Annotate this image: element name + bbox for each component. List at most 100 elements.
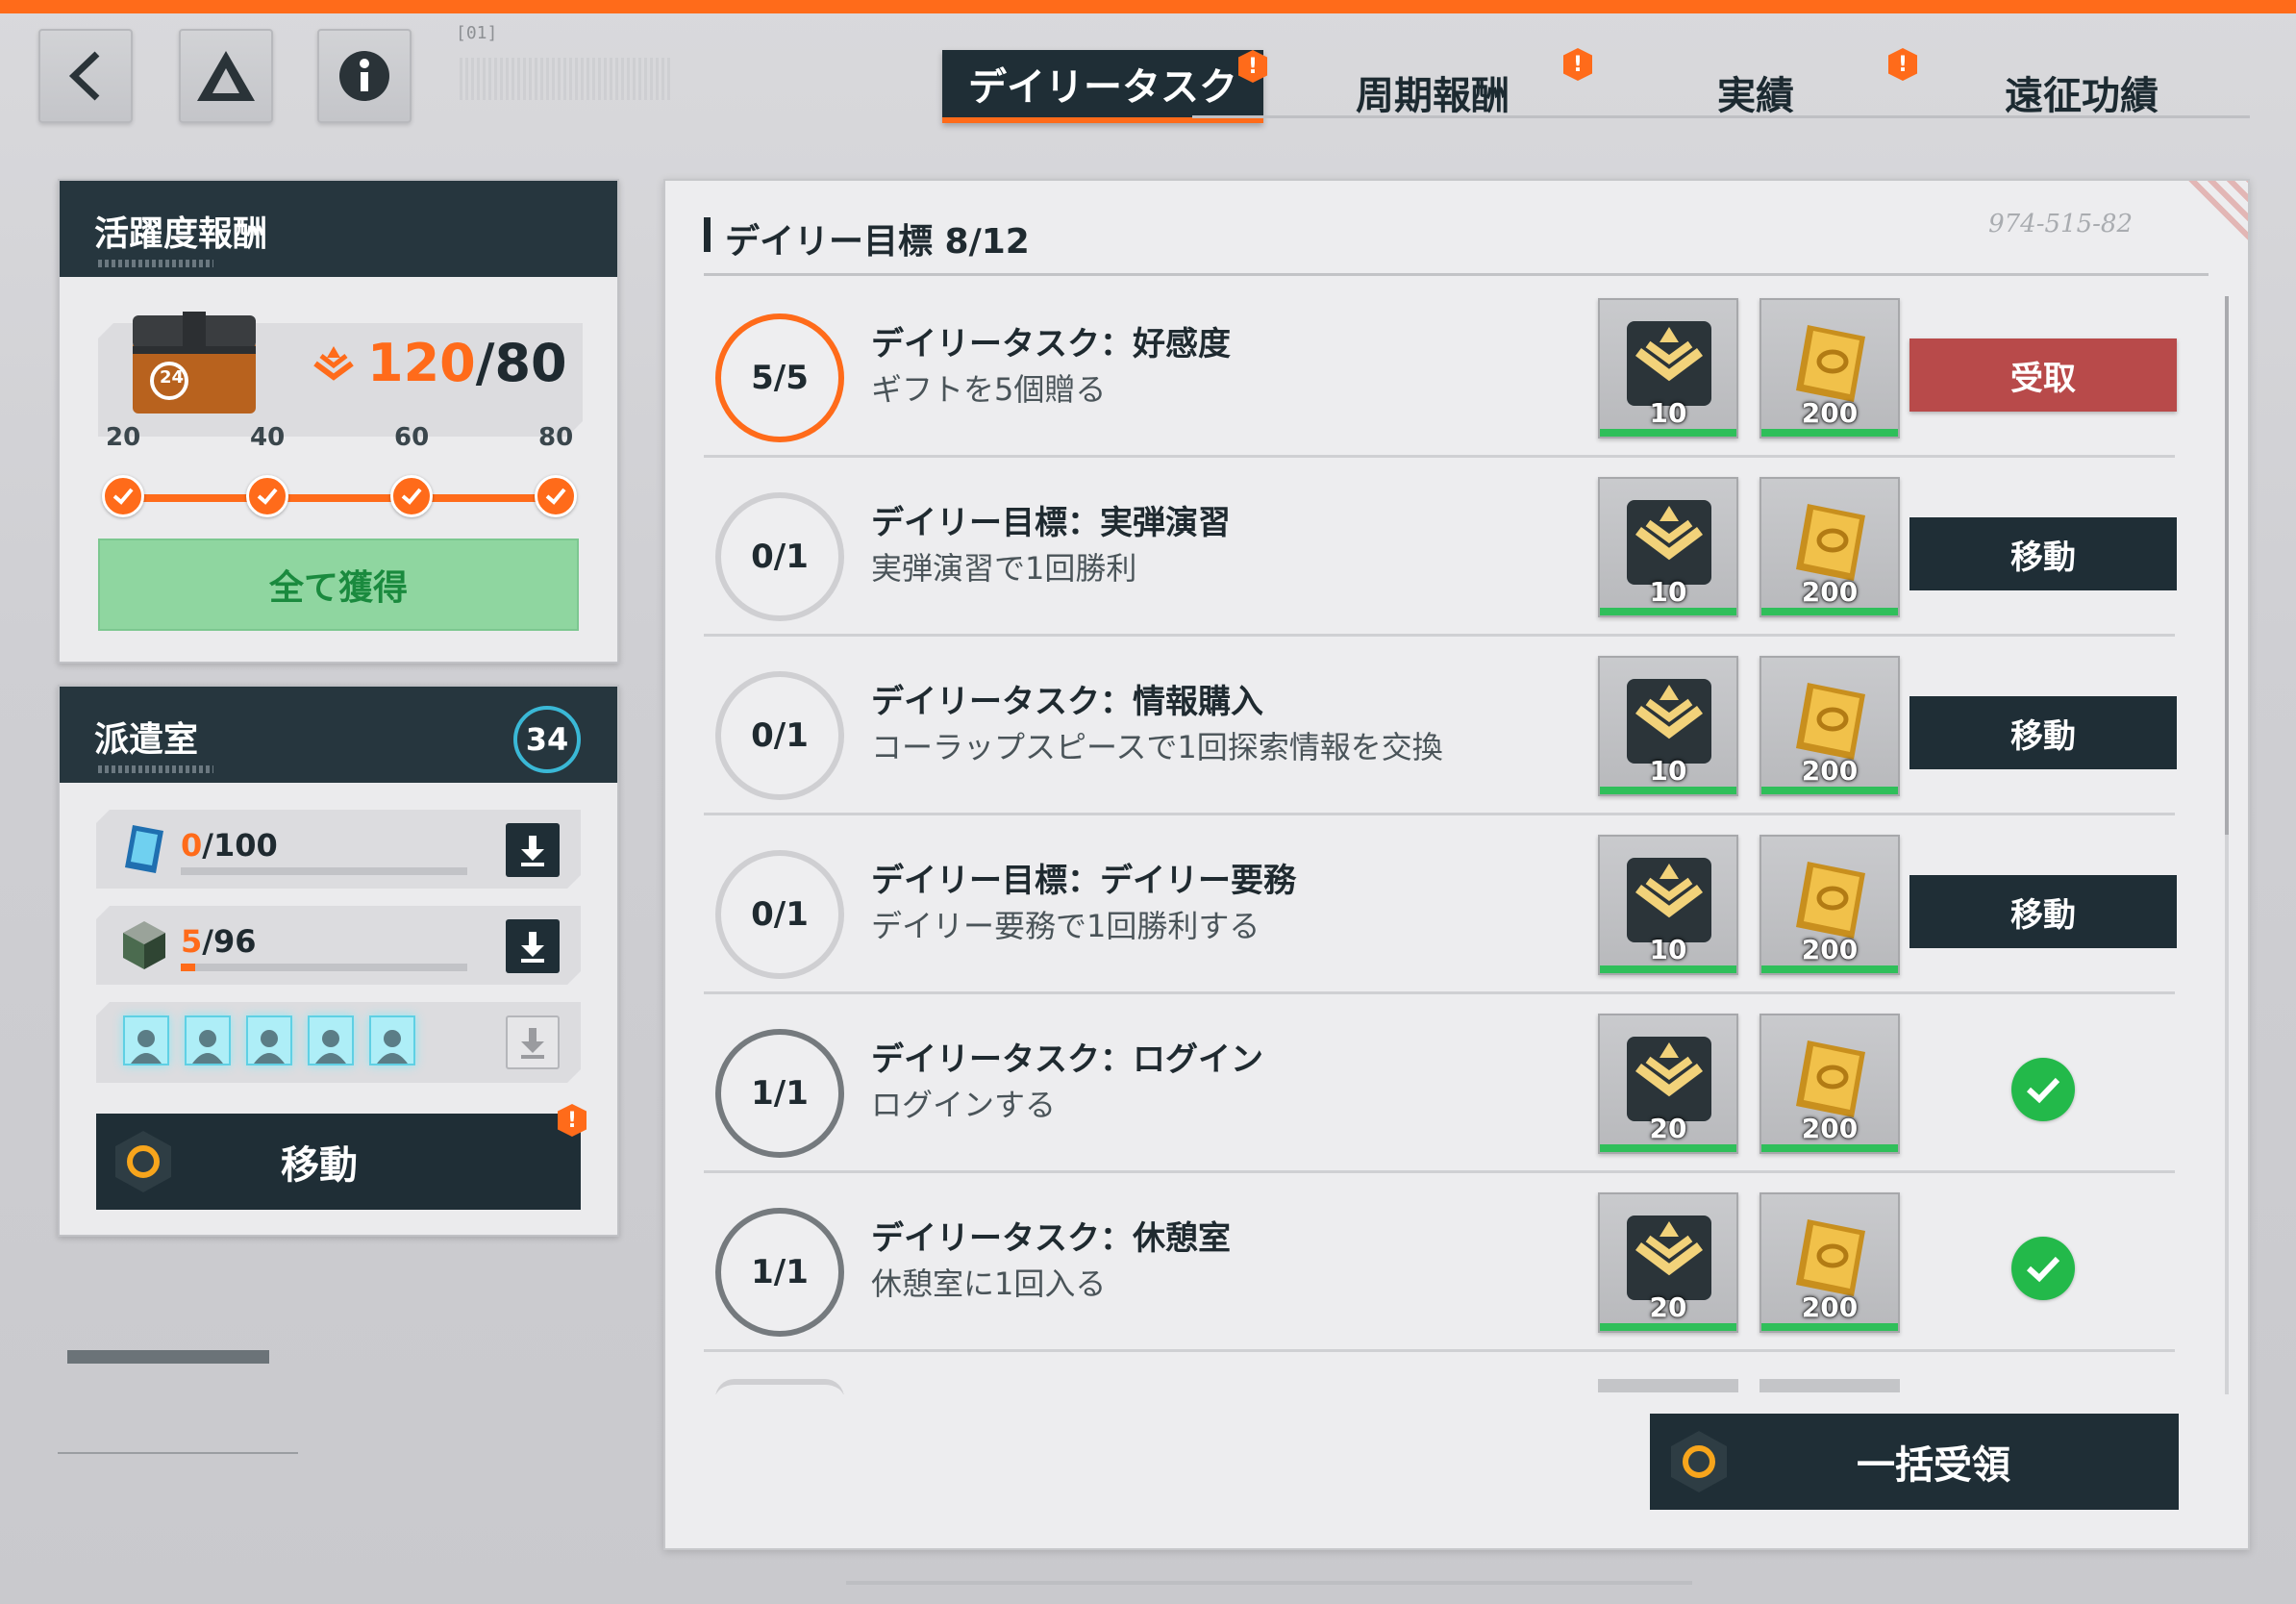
info-button[interactable] (317, 29, 412, 123)
milestone-check-icon[interactable] (102, 475, 144, 517)
task-progress-ring: 0/1 (715, 492, 844, 621)
tab-label: デイリータスク (968, 65, 1237, 110)
milestone-check-icon[interactable] (535, 475, 577, 517)
avatar-slot[interactable] (308, 1015, 354, 1065)
collect-button[interactable] (506, 823, 560, 877)
next-row-peek (1598, 1379, 1738, 1392)
reward-qty: 20 (1649, 1113, 1687, 1144)
reward-rarity-bar (1761, 1144, 1898, 1152)
milestone-check-icon[interactable] (246, 475, 288, 517)
download-icon (518, 930, 547, 963)
header-deco (98, 260, 213, 267)
milestone-label: 20 (106, 423, 141, 452)
bulk-claim-label: 一括受領 (1857, 1443, 2010, 1488)
reward-rarity-bar (1761, 1323, 1898, 1331)
reward-qty: 200 (1801, 397, 1859, 429)
resource-progress (181, 964, 467, 971)
back-button[interactable] (38, 29, 133, 123)
tab-daily-tasks[interactable]: デイリータスク (942, 50, 1263, 123)
reward-activity[interactable]: 10 (1598, 656, 1738, 796)
reward-gold[interactable]: 200 (1759, 1192, 1900, 1333)
completed-check-icon (2011, 1058, 2075, 1121)
download-icon (518, 834, 547, 866)
info-icon (339, 51, 389, 101)
avatar-slot[interactable] (185, 1015, 231, 1065)
reward-rarity-bar (1600, 429, 1736, 437)
reward-qty: 200 (1801, 755, 1859, 787)
collect-button-disabled[interactable] (506, 1015, 560, 1069)
reward-activity[interactable]: 10 (1598, 835, 1738, 975)
reward-rarity-bar (1761, 429, 1898, 437)
reward-gold[interactable]: 200 (1759, 477, 1900, 617)
tab-badge-periodic: ! (1563, 48, 1592, 81)
dispatch-title: 派遣室 (94, 720, 199, 760)
collect-button[interactable] (506, 919, 560, 973)
avatar-slot[interactable] (369, 1015, 415, 1065)
reward-qty: 10 (1649, 755, 1687, 787)
points-readout: 120/80 (367, 333, 567, 393)
resource-progress (181, 867, 467, 875)
bottom-deco-line (846, 1581, 1692, 1585)
reward-activity[interactable]: 10 (1598, 477, 1738, 617)
deco-strip (67, 1350, 269, 1364)
tab-label: 実績 (1717, 74, 1794, 118)
task-title: デイリータスク：好感度 (871, 325, 1231, 363)
task-desc: 実弾演習で1回勝利 (871, 550, 1137, 587)
reward-gold[interactable]: 200 (1759, 1014, 1900, 1154)
dispatch-move-button[interactable]: 移動 (96, 1114, 581, 1210)
task-desc: コーラップスピースで1回探索情報を交換 (871, 729, 1443, 765)
reward-gold[interactable]: 200 (1759, 298, 1900, 439)
home-button[interactable] (179, 29, 273, 123)
ore-cube-icon (119, 917, 169, 973)
daily-goal-title: デイリー目標 8/12 (704, 213, 1030, 263)
activity-points-icon (313, 346, 354, 381)
reward-rarity-bar (1761, 965, 1898, 973)
milestone-track (108, 494, 550, 502)
task-row: 5/5 デイリータスク：好感度 ギフトを5個贈る 10 200 受取 (704, 279, 2177, 458)
reward-activity[interactable]: 20 (1598, 1192, 1738, 1333)
claim-all-button[interactable]: 全て獲得 (98, 539, 579, 631)
avatar-slot[interactable] (123, 1015, 169, 1065)
reward-qty: 200 (1801, 934, 1859, 965)
resource-progress-fill (181, 964, 195, 971)
activity-title: 活躍度報酬 (94, 214, 268, 254)
header-deco (98, 765, 213, 773)
list-scrollbar-thumb[interactable] (2225, 296, 2229, 835)
completed-check-icon (2011, 1237, 2075, 1300)
milestone-label: 40 (250, 423, 286, 452)
task-title: デイリータスク：休憩室 (871, 1219, 1231, 1258)
go-button[interactable]: 移動 (1909, 517, 2177, 590)
claim-button[interactable]: 受取 (1909, 338, 2177, 412)
activity-panel: 活躍度報酬 24 120/80 20 40 60 80 全て獲得 (58, 179, 619, 664)
resource-value: 0/100 (181, 827, 278, 864)
milestone-label: 60 (394, 423, 430, 452)
list-scrollbar[interactable] (2225, 296, 2229, 1537)
reward-gold[interactable]: 200 (1759, 835, 1900, 975)
milestone-check-icon[interactable] (390, 475, 433, 517)
avatar-slot[interactable] (246, 1015, 292, 1065)
task-row: 1/1 デイリータスク：休憩室 休憩室に1回入る 20 200 (704, 1173, 2175, 1352)
reward-rarity-bar (1600, 1323, 1736, 1331)
reward-qty: 10 (1649, 576, 1687, 608)
go-button[interactable]: 移動 (1909, 875, 2177, 948)
chest-icon[interactable] (127, 304, 262, 419)
reward-rarity-bar (1600, 608, 1736, 615)
task-desc: 休憩室に1回入る (871, 1266, 1107, 1302)
tab-underline (1192, 115, 2250, 118)
reward-activity[interactable]: 20 (1598, 1014, 1738, 1154)
dispatch-slots-row (96, 1002, 581, 1083)
reward-qty: 200 (1801, 1291, 1859, 1323)
reward-activity[interactable]: 10 (1598, 298, 1738, 439)
reward-gold[interactable]: 200 (1759, 656, 1900, 796)
person-icon (375, 1027, 410, 1064)
top-accent-bar (0, 0, 2296, 13)
dispatch-move-label: 移動 (281, 1143, 358, 1188)
handwritten-note: 974-515-82 (1988, 210, 2133, 238)
task-row: 0/1 デイリー目標：デイリー要務 デイリー要務で1回勝利する 10 200 移… (704, 815, 2177, 994)
dispatch-panel: 派遣室 34 0/100 5/96 移動 ! (58, 685, 619, 1237)
tab-label: 周期報酬 (1356, 74, 1510, 118)
reward-rarity-bar (1761, 608, 1898, 615)
bulk-claim-button[interactable]: 一括受領 (1650, 1414, 2179, 1510)
go-button[interactable]: 移動 (1909, 696, 2177, 769)
resource-row: 0/100 (96, 810, 581, 889)
